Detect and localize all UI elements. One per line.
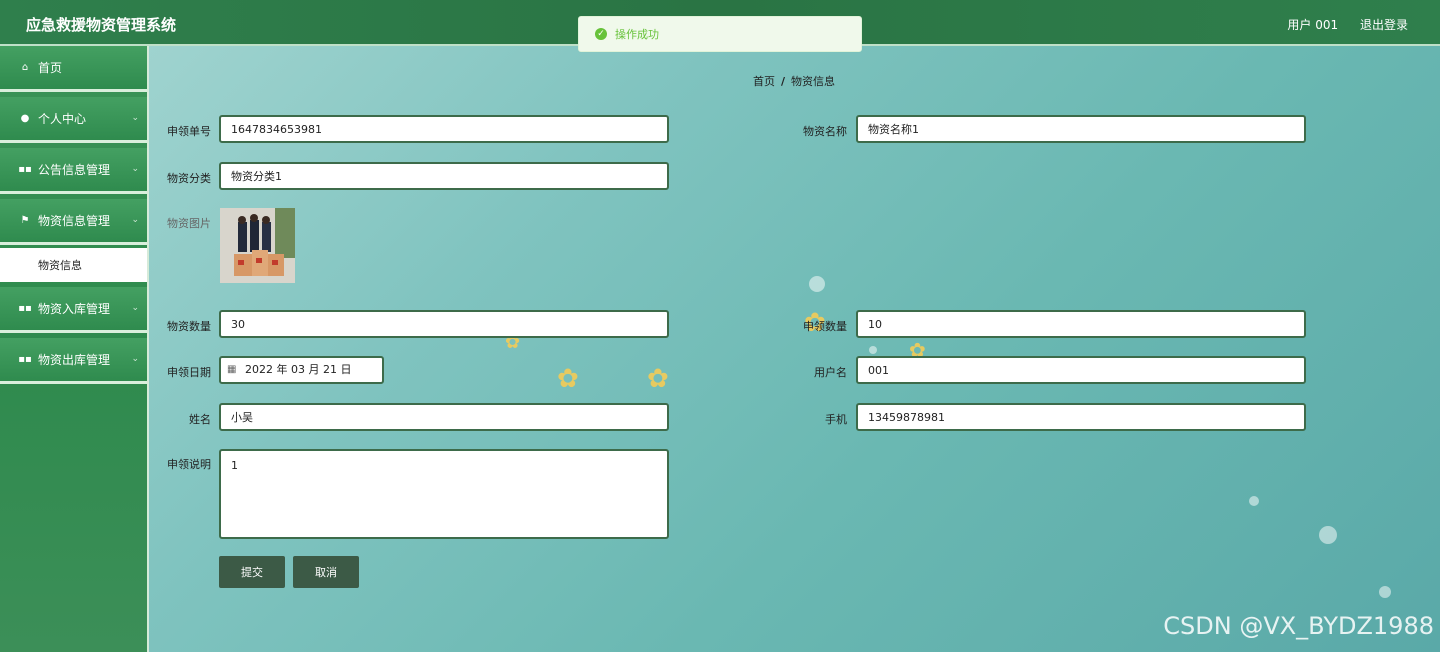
check-circle-icon: ✓ [595, 28, 607, 40]
app-window: 应急救援物资管理系统 用户 001 退出登录 ✓ 操作成功 ⌂ 首页 ● 个人中… [0, 0, 1440, 652]
sidebar-item-personal-center[interactable]: ● 个人中心 ⌄ [0, 97, 147, 143]
photo-label: 物资图片 [167, 217, 211, 230]
bokeh-decoration [809, 276, 825, 292]
category-input[interactable] [219, 162, 669, 190]
quantity-label: 物资数量 [167, 320, 211, 333]
category-label: 物资分类 [167, 172, 211, 185]
sidebar-item-label: 首页 [38, 61, 63, 75]
sidebar-item-label: 物资入库管理 [38, 302, 111, 316]
flower-decoration: ✿ [557, 364, 579, 394]
photo-image [220, 208, 295, 283]
sidebar-item-inbound-management[interactable]: ▪▪ 物资入库管理 ⌄ [0, 287, 147, 333]
grid-icon: ▪▪ [18, 303, 32, 314]
remark-label: 申领说明 [167, 458, 211, 471]
user-icon: ● [20, 113, 30, 124]
username-label: 用户名 [814, 366, 847, 379]
breadcrumb-separator: / [781, 75, 786, 88]
apply-date-value: 2022 年 03 月 21 日 [245, 363, 352, 376]
toast-message: 操作成功 [615, 28, 659, 41]
chevron-down-icon: ⌄ [131, 164, 139, 174]
header-user-area: 用户 001 退出登录 [1269, 16, 1408, 33]
grid-icon: ▪▪ [18, 164, 32, 175]
apply-date-picker[interactable]: 2022 年 03 月 21 日 [219, 356, 384, 384]
sidebar-item-home[interactable]: ⌂ 首页 [0, 46, 147, 92]
breadcrumb-home[interactable]: 首页 [753, 75, 775, 88]
calendar-icon: ▦ [227, 364, 237, 375]
chevron-down-icon: ⌄ [131, 215, 139, 225]
bokeh-decoration [1249, 496, 1259, 506]
phone-input[interactable] [856, 403, 1306, 431]
success-toast: ✓ 操作成功 [578, 16, 862, 52]
home-icon: ⌂ [21, 62, 29, 73]
sidebar-item-outbound-management[interactable]: ▪▪ 物资出库管理 ⌄ [0, 338, 147, 384]
flower-decoration: ✿ [647, 364, 669, 394]
bokeh-decoration [1379, 586, 1391, 598]
sidebar-item-label: 个人中心 [38, 112, 87, 126]
cancel-button[interactable]: 取消 [293, 556, 359, 588]
breadcrumb: 首页 / 物资信息 [753, 73, 835, 89]
sidebar: ⌂ 首页 ● 个人中心 ⌄ ▪▪ 公告信息管理 ⌄ ⚑ 物资信息管理 ⌄ 物资信… [0, 46, 149, 652]
breadcrumb-current: 物资信息 [791, 75, 836, 88]
order-no-input[interactable] [219, 115, 669, 143]
name-input[interactable] [219, 403, 669, 431]
apply-quantity-label: 申领数量 [803, 320, 847, 333]
quantity-input[interactable] [219, 310, 669, 338]
user-label: 用户 001 [1287, 18, 1339, 32]
sidebar-item-label: 公告信息管理 [38, 163, 111, 177]
order-no-label: 申领单号 [167, 125, 211, 138]
remark-textarea[interactable]: 1 [219, 449, 669, 539]
logout-link[interactable]: 退出登录 [1360, 18, 1408, 32]
chevron-down-icon: ⌄ [131, 303, 139, 313]
username-input[interactable] [856, 356, 1306, 384]
bokeh-decoration [1319, 526, 1337, 544]
flag-icon: ⚑ [20, 215, 30, 226]
chevron-down-icon: ⌄ [131, 354, 139, 364]
name-label: 姓名 [189, 413, 211, 426]
main-content: ✿ ✿ ✿ ✿ ✿ 首页/物资信息 申领单号 物资名称 物资分类 物资图片 [149, 46, 1440, 652]
sidebar-item-label: 物资信息管理 [38, 214, 111, 228]
watermark: CSDN @VX_BYDZ1988 [1163, 612, 1434, 640]
sidebar-item-label: 物资出库管理 [38, 353, 111, 367]
grid-icon: ▪▪ [18, 354, 32, 365]
apply-date-label: 申领日期 [167, 366, 211, 379]
app-title: 应急救援物资管理系统 [26, 16, 177, 34]
submit-button[interactable]: 提交 [219, 556, 285, 588]
material-name-label: 物资名称 [803, 125, 847, 138]
chevron-down-icon: ⌄ [131, 113, 139, 123]
apply-quantity-input[interactable] [856, 310, 1306, 338]
material-name-input[interactable] [856, 115, 1306, 143]
bokeh-decoration [869, 346, 877, 354]
phone-label: 手机 [825, 413, 847, 426]
sidebar-item-material-management[interactable]: ⚑ 物资信息管理 ⌄ [0, 199, 147, 245]
sidebar-subitem-material-info[interactable]: 物资信息 [0, 248, 147, 282]
material-photo[interactable] [220, 208, 295, 283]
sidebar-item-notice-management[interactable]: ▪▪ 公告信息管理 ⌄ [0, 148, 147, 194]
